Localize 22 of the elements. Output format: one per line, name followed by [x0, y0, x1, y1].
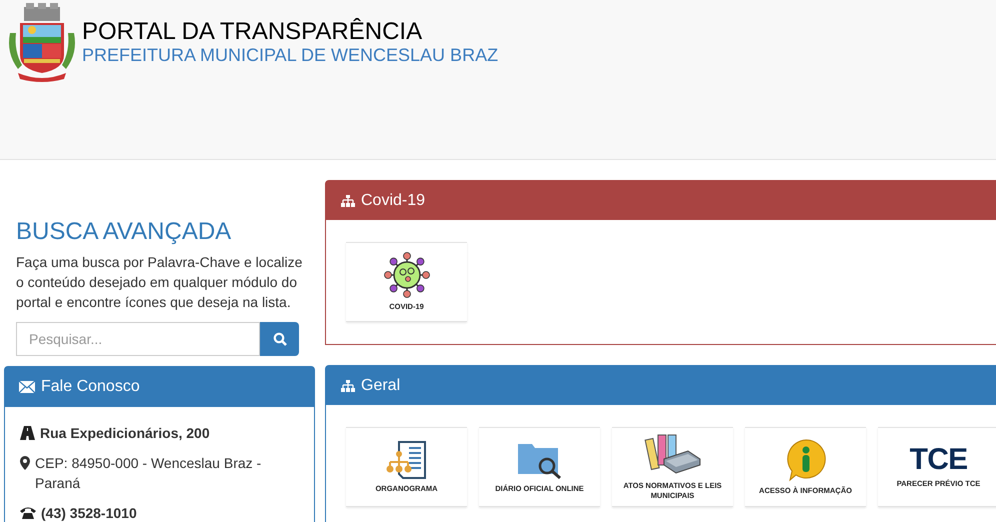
contact-info: Rua Expedicionários, 200	[40, 424, 210, 443]
portal-title: PORTAL DA TRANSPARÊNCIA	[82, 19, 424, 45]
sitemap-icon	[341, 380, 355, 392]
search-description: Faça uma busca por Palavra-Chave e localize o conteúdo desejado em qualquer módulo do portal e encontre ícones que deseja na lista.	[16, 253, 304, 312]
contact-info: (43) 3528-1010	[41, 504, 137, 522]
search-button[interactable]	[260, 322, 299, 356]
portal-subtitle: PREFEITURA MUNICIPAL DE WENCESLAU BRAZ	[82, 45, 498, 65]
contact-title: Fale Conosco	[41, 377, 140, 397]
virus-icon	[384, 252, 430, 298]
phone-icon	[20, 506, 36, 520]
contact-info: CEP: 84950-000 - Wenceslau Braz - Paraná	[35, 454, 262, 493]
envelope-icon	[19, 381, 35, 393]
search-field[interactable]: Pesquisar...	[16, 322, 260, 356]
panel-title: Covid-19	[361, 190, 426, 210]
map-marker-icon	[20, 456, 30, 470]
search-icon	[272, 332, 286, 346]
road-icon	[20, 426, 35, 440]
search-heading: BUSCA AVANÇADA	[16, 218, 232, 246]
tce-logo: TCE	[910, 445, 968, 475]
org-chart-document-icon	[384, 440, 428, 480]
panel-title: Geral	[361, 376, 400, 396]
sitemap-icon	[341, 194, 355, 206]
